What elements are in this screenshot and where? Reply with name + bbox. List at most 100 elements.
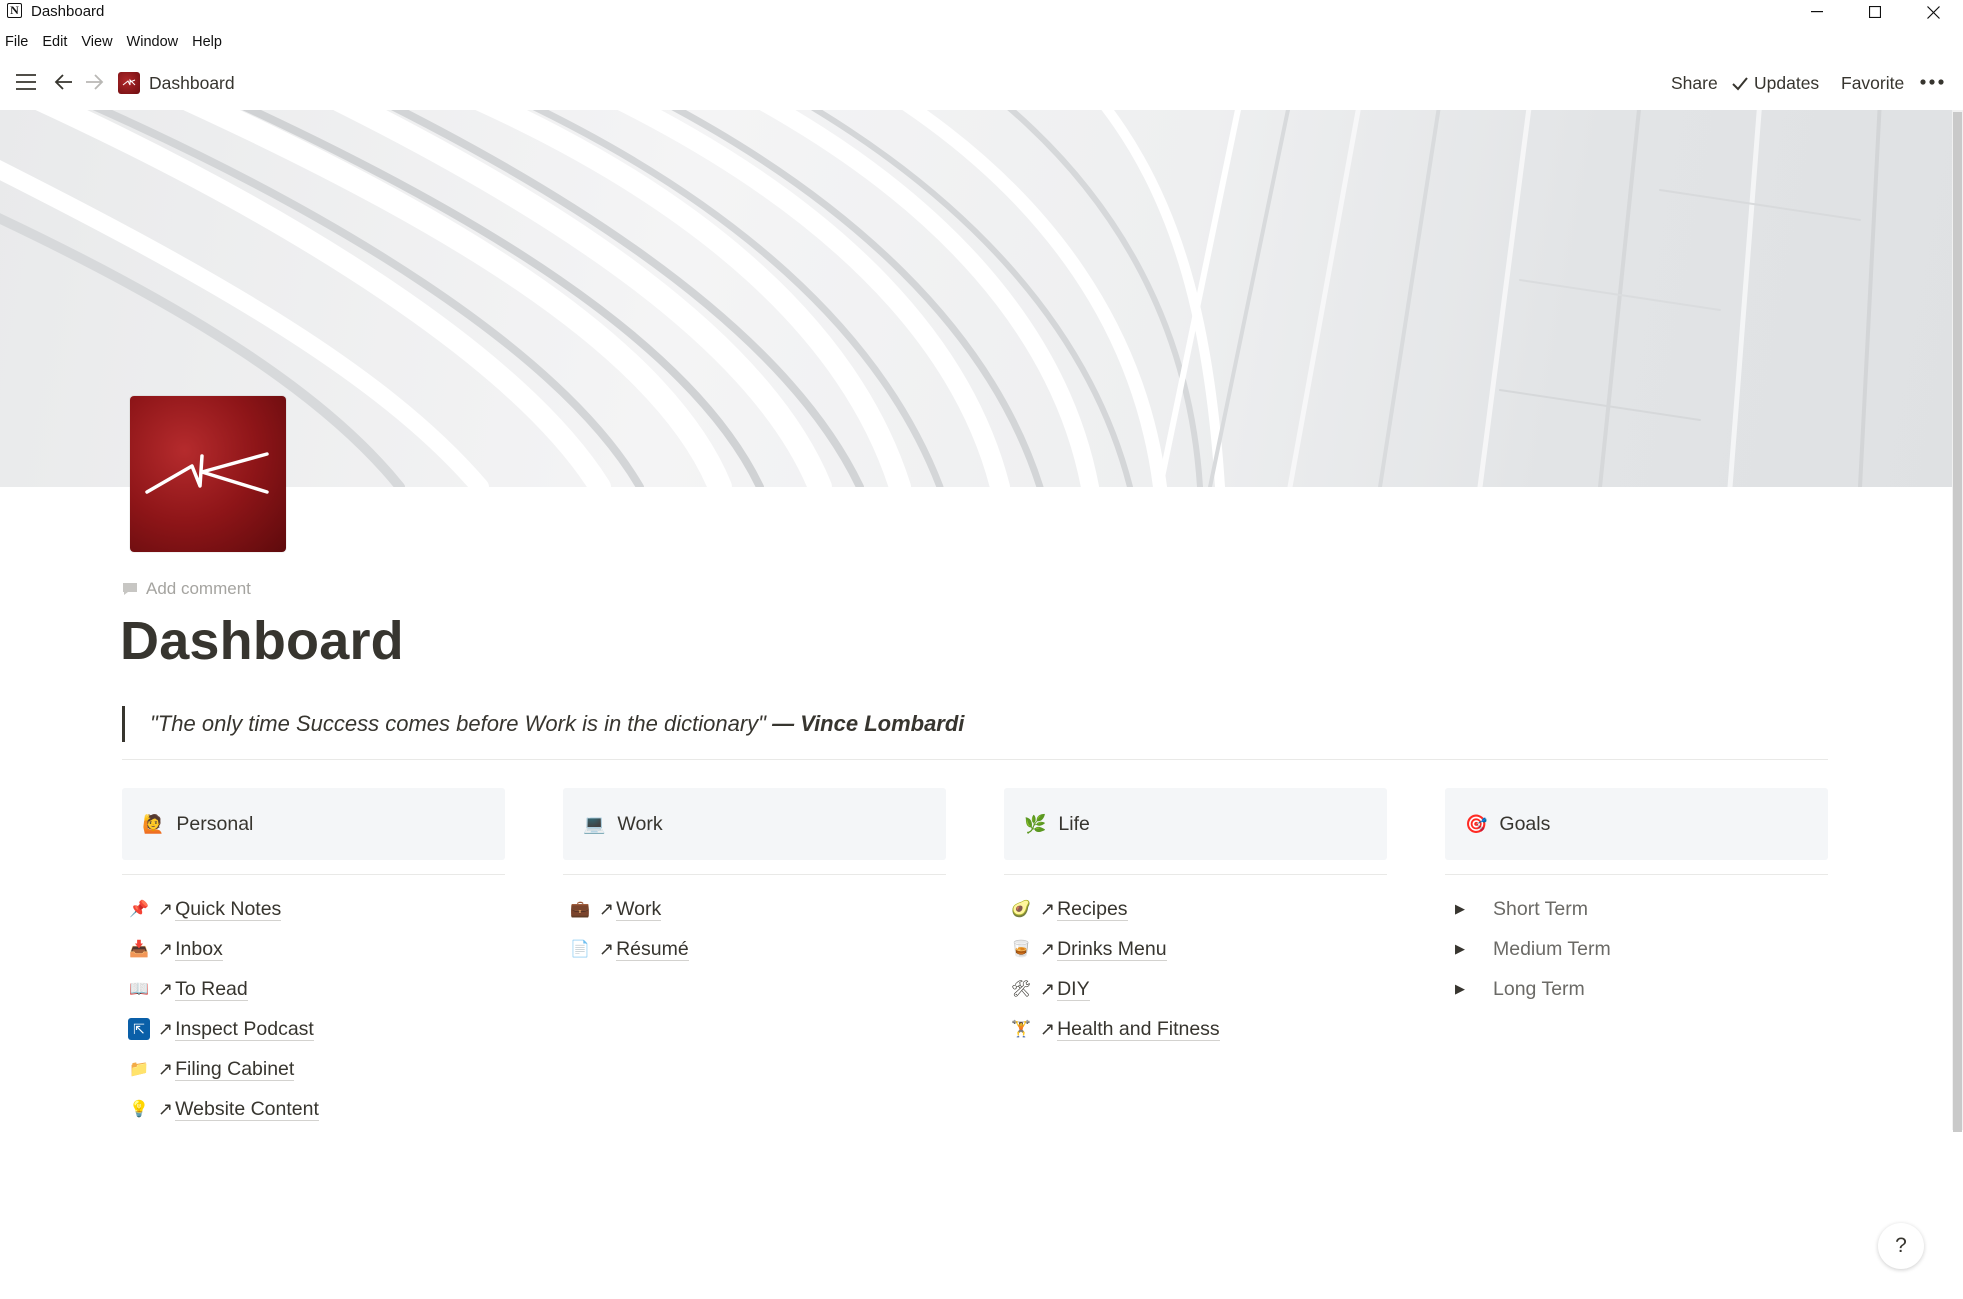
breadcrumb-page-icon[interactable] [118, 72, 140, 94]
share-button[interactable]: Share [1671, 73, 1718, 94]
menu-window[interactable]: Window [120, 30, 186, 54]
link-arrow-icon: ↗ [158, 978, 174, 999]
add-comment-button[interactable]: Add comment [122, 579, 251, 599]
toggle-triangle-icon[interactable]: ▶ [1455, 941, 1475, 957]
menu-edit[interactable]: Edit [35, 30, 74, 54]
column-header-goals[interactable]: 🎯 Goals [1445, 788, 1828, 860]
cover-image[interactable] [0, 110, 1952, 487]
link-label: Website Content [175, 1097, 319, 1121]
column-header-work[interactable]: 💻 Work [563, 788, 946, 860]
maximize-button[interactable] [1846, 0, 1904, 24]
link-label: DIY [1057, 977, 1090, 1001]
toggle-triangle-icon[interactable]: ▶ [1455, 981, 1475, 997]
divider [122, 759, 1828, 760]
toggle-medium-term[interactable]: ▶ Medium Term [1445, 929, 1828, 969]
link-resume[interactable]: 📄 ↗ Résumé [563, 929, 946, 969]
column-header-label: Life [1058, 812, 1090, 835]
weight-lifter-icon: 🏋 [1011, 1021, 1031, 1038]
more-dots-icon [1920, 79, 1944, 85]
link-arrow-icon: ↗ [158, 938, 174, 959]
page-title[interactable]: Dashboard [120, 610, 404, 672]
link-recipes[interactable]: 🥑 ↗ Recipes [1004, 889, 1387, 929]
menu-file[interactable]: File [0, 30, 35, 54]
toggle-label: Medium Term [1493, 937, 1611, 960]
link-to-read[interactable]: 📖 ↗ To Read [122, 969, 505, 1009]
link-label: Drinks Menu [1057, 937, 1167, 961]
menu-help[interactable]: Help [185, 30, 229, 54]
link-inspect-podcast[interactable]: ⇱ ↗ Inspect Podcast [122, 1009, 505, 1049]
back-button[interactable] [50, 68, 78, 96]
light-bulb-icon: 💡 [129, 1101, 149, 1118]
link-arrow-icon: ↗ [599, 898, 615, 919]
add-comment-label: Add comment [146, 579, 251, 598]
laptop-icon: 💻 [583, 813, 606, 834]
help-button[interactable]: ? [1878, 1223, 1924, 1269]
sidebar-toggle-button[interactable] [12, 68, 40, 96]
link-health-and-fitness[interactable]: 🏋 ↗ Health and Fitness [1004, 1009, 1387, 1049]
link-filing-cabinet[interactable]: 📁 ↗ Filing Cabinet [122, 1049, 505, 1089]
folder-icon: 📁 [129, 1061, 149, 1078]
link-website-content[interactable]: 💡 ↗ Website Content [122, 1089, 505, 1129]
link-inbox[interactable]: 📥 ↗ Inbox [122, 929, 505, 969]
column-divider [563, 874, 946, 875]
breadcrumb[interactable]: Dashboard [149, 73, 235, 94]
favorite-button[interactable]: Favorite [1841, 73, 1904, 94]
updates-label: Updates [1754, 73, 1820, 93]
column-work: 💻 Work 💼 ↗ Work 📄 ↗ Résumé [563, 788, 946, 969]
more-options-button[interactable] [1918, 68, 1946, 96]
link-label: Recipes [1057, 897, 1128, 921]
page-icon-logo[interactable] [130, 396, 286, 552]
ak-logo-icon [145, 452, 269, 494]
link-arrow-icon: ↗ [1040, 1018, 1056, 1039]
link-arrow-icon: ↗ [599, 938, 615, 959]
link-arrow-icon: ↗ [158, 898, 174, 919]
toggle-label: Long Term [1493, 977, 1585, 1000]
link-label: Work [616, 897, 662, 921]
maximize-icon [1869, 6, 1881, 18]
scrollbar-thumb[interactable] [1953, 112, 1962, 1132]
menu-view[interactable]: View [74, 30, 119, 54]
herb-icon: 🌿 [1024, 813, 1047, 834]
link-drinks-menu[interactable]: 🥃 ↗ Drinks Menu [1004, 929, 1387, 969]
target-icon: 🎯 [1465, 813, 1488, 834]
link-label: To Read [175, 977, 248, 1001]
toggle-label: Short Term [1493, 897, 1589, 920]
link-label: Résumé [616, 937, 689, 961]
link-work[interactable]: 💼 ↗ Work [563, 889, 946, 929]
column-header-life[interactable]: 🌿 Life [1004, 788, 1387, 860]
column-divider [1004, 874, 1387, 875]
link-diy[interactable]: 🛠 ↗ DIY [1004, 969, 1387, 1009]
link-arrow-icon: ↗ [1040, 978, 1056, 999]
page-topbar: Dashboard Share Updates Favorite [0, 64, 1952, 104]
toggle-triangle-icon[interactable]: ▶ [1455, 901, 1475, 917]
comment-icon [123, 583, 137, 595]
quote-author: — Vince Lombardi [772, 711, 965, 736]
toggle-short-term[interactable]: ▶ Short Term [1445, 889, 1828, 929]
link-arrow-icon: ↗ [158, 1098, 174, 1119]
arrow-right-icon [86, 74, 104, 90]
pushpin-icon: 📌 [129, 901, 149, 918]
arrow-left-icon [54, 74, 72, 90]
link-arrow-icon: ↗ [1040, 938, 1056, 959]
tumbler-glass-icon: 🥃 [1011, 941, 1031, 958]
column-header-label: Work [617, 812, 663, 835]
column-divider [1445, 874, 1828, 875]
minimize-button[interactable] [1788, 0, 1846, 24]
quote-block[interactable]: "The only time Success comes before Work… [122, 706, 964, 742]
link-label: Health and Fitness [1057, 1017, 1220, 1041]
inspect-podcast-logo-icon: ⇱ [128, 1018, 150, 1040]
hamburger-menu-icon [16, 74, 36, 90]
toggle-long-term[interactable]: ▶ Long Term [1445, 969, 1828, 1009]
title-bar: N Dashboard [0, 0, 1963, 24]
menu-bar: File Edit View Window Help [0, 30, 229, 54]
close-window-button[interactable] [1904, 0, 1962, 24]
link-label: Quick Notes [175, 897, 282, 921]
updates-button[interactable]: Updates [1732, 73, 1819, 94]
architecture-cover-graphic [0, 110, 1882, 487]
person-raising-hand-icon: 🙋 [142, 813, 165, 834]
open-book-icon: 📖 [129, 981, 149, 998]
forward-button[interactable] [80, 68, 108, 96]
link-quick-notes[interactable]: 📌 ↗ Quick Notes [122, 889, 505, 929]
close-icon [1926, 5, 1940, 19]
column-header-personal[interactable]: 🙋 Personal [122, 788, 505, 860]
